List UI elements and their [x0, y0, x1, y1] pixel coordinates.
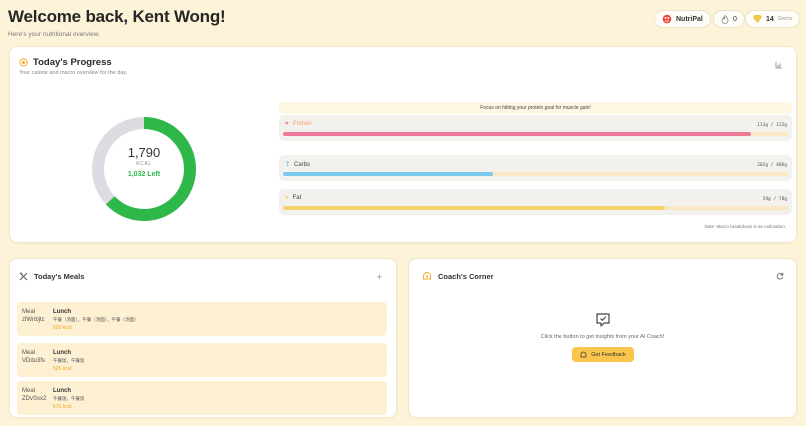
meal-title: Lunch — [53, 388, 71, 394]
bar-chart-icon[interactable] — [775, 61, 783, 71]
meal-title: Lunch — [53, 309, 71, 315]
meals-title: Today's Meals — [34, 272, 85, 281]
macro-row-carbs: ❢ Carbs 202g / 486g — [279, 155, 792, 181]
calorie-summary: 1,790 KCAL 1,032 Left — [89, 145, 199, 178]
macro-icon: ❢ — [285, 162, 291, 168]
macro-label: ❢ Carbs — [285, 161, 311, 169]
meals-card: Today's Meals + Meal zlWnbjtc Lunch 午餐（汤面）… — [9, 258, 397, 418]
macro-track — [283, 172, 788, 176]
get-feedback-button[interactable]: Get Feedback — [572, 347, 634, 362]
macro-value: 59g / 78g — [762, 197, 787, 202]
meal-image: Meal zlWnbjtc — [22, 309, 45, 323]
progress-subtitle: Your calorie and macro overview for the … — [19, 70, 128, 76]
calories-left: 1,032 Left — [127, 171, 161, 178]
meal-calories: 520 kcal — [53, 366, 72, 372]
page-header: Welcome back, Kent Wong! Here's your nut… — [8, 7, 226, 38]
flame-icon — [721, 14, 729, 24]
meal-info: Lunch 午餐饭，午餐饭 570 kcal — [53, 388, 85, 410]
meal-image: Meal ZDvSxx2 — [22, 388, 47, 402]
coach-prompt: Click the button to get insights from yo… — [540, 334, 665, 340]
gems-count: 14 — [766, 15, 774, 23]
coach-icon — [423, 272, 431, 280]
meal-description: 午餐饭，午餐饭 — [53, 396, 85, 401]
page-subtitle: Here's your nutritional overview. — [8, 31, 100, 38]
progress-title: Today's Progress — [33, 57, 112, 68]
meal-description: 午餐饭，午餐饭 — [53, 358, 85, 363]
refresh-icon[interactable] — [776, 272, 784, 282]
streak-badge[interactable]: 0 — [713, 10, 745, 28]
coach-header: Coach's Corner — [422, 271, 494, 281]
page-title: Welcome back, Kent Wong! — [8, 7, 226, 26]
meal-item[interactable]: Meal zlWnbjtc Lunch 午餐（汤面），午餐（汤面），午餐（汤面） 60… — [17, 302, 387, 336]
macro-name: Carbs — [294, 161, 311, 168]
app-badge[interactable]: NutriPal — [654, 10, 711, 28]
meal-item[interactable]: Meal ZDvSxx2 Lunch 午餐饭，午餐饭 570 kcal — [17, 381, 387, 415]
macro-row-fat: ● Fat 59g / 78g — [279, 189, 792, 215]
macro-fill — [283, 172, 494, 176]
macro-label: ♥ Protein — [285, 121, 312, 127]
macro-fill — [283, 132, 751, 136]
coach-card: Coach's Corner Click the button to get i… — [408, 258, 797, 418]
meals-header: Today's Meals — [19, 272, 84, 281]
progress-header: Today's Progress — [19, 57, 112, 68]
meal-info: Lunch 午餐（汤面），午餐（汤面），午餐（汤面） 600 kcal — [53, 309, 139, 331]
macro-icon: ● — [285, 195, 289, 201]
macro-name: Protein — [292, 121, 312, 127]
progress-card: Today's Progress Your calorie and macro … — [9, 46, 797, 243]
get-feedback-label: Get Feedback — [591, 351, 626, 358]
calorie-unit: KCAL — [136, 161, 152, 167]
macro-value: 202g / 486g — [757, 163, 787, 168]
app-name: NutriPal — [676, 15, 703, 23]
add-meal-button[interactable]: + — [377, 272, 382, 282]
streak-count: 0 — [733, 15, 737, 23]
macro-note: Note: Macro breakdown is an estimation. — [704, 224, 786, 229]
macro-row-protein: ♥ Protein 113g / 122g — [279, 115, 792, 141]
meal-item[interactable]: Meal VDdu3fs Lunch 午餐饭，午餐饭 520 kcal — [17, 343, 387, 377]
macro-track — [283, 132, 788, 136]
bowl-icon — [662, 14, 672, 24]
coach-small-icon — [580, 351, 587, 358]
gems-badge[interactable]: 14 Gems — [745, 10, 801, 28]
meal-calories: 570 kcal — [53, 404, 72, 410]
macro-label: ● Fat — [285, 195, 301, 201]
meal-calories: 600 kcal — [53, 325, 72, 331]
macro-icon: ♥ — [285, 121, 289, 127]
calorie-value: 1,790 — [127, 145, 161, 160]
sun-icon — [19, 58, 28, 67]
gems-label: Gems — [777, 16, 793, 22]
tip-banner: Focus on hitting your protein goal for m… — [279, 102, 792, 114]
macro-value: 113g / 122g — [757, 123, 787, 128]
macro-fill — [283, 206, 665, 210]
macro-name: Fat — [292, 195, 302, 201]
chat-icon — [596, 313, 610, 327]
meal-info: Lunch 午餐饭，午餐饭 520 kcal — [53, 350, 85, 372]
utensils-icon — [19, 272, 28, 281]
macro-track — [283, 206, 788, 210]
meal-title: Lunch — [53, 350, 71, 356]
gem-icon — [753, 15, 762, 23]
meal-image: Meal VDdu3fs — [22, 350, 46, 364]
meal-description: 午餐（汤面），午餐（汤面），午餐（汤面） — [53, 317, 139, 322]
coach-title: Coach's Corner — [438, 271, 494, 281]
